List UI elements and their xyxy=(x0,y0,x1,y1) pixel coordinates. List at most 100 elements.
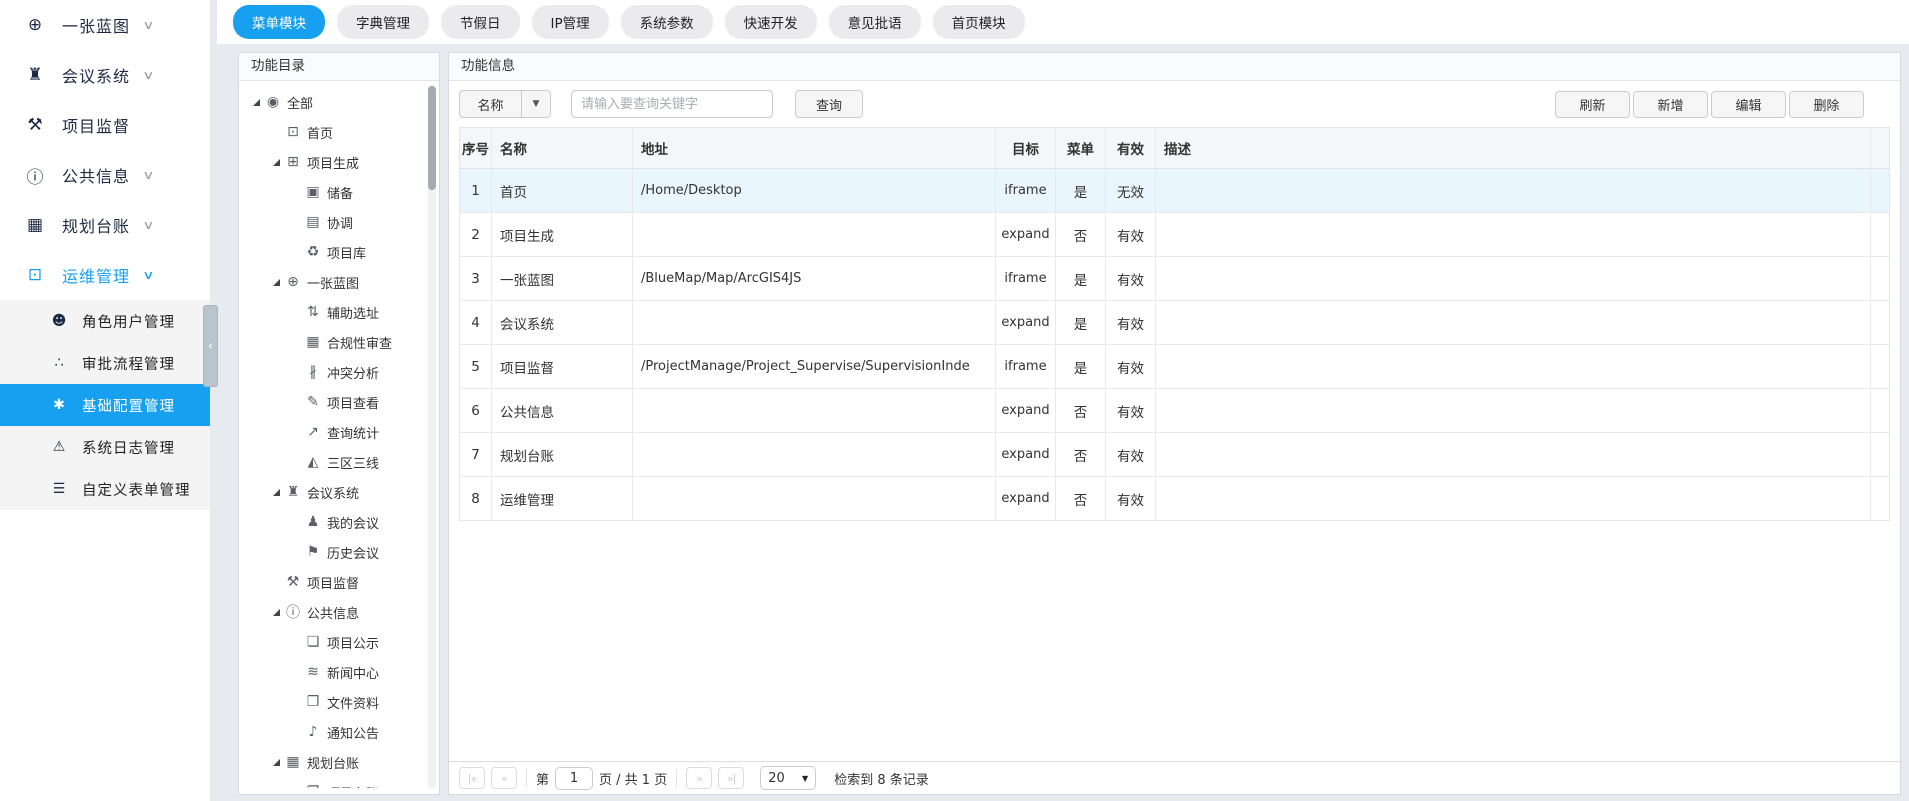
sidebar-item-2[interactable]: ♜会议系统∨ xyxy=(0,50,210,100)
search-input[interactable] xyxy=(571,90,773,118)
tree-node-label: 文件资料 xyxy=(327,693,379,712)
tab-4[interactable]: IP管理 xyxy=(532,5,609,39)
tree-node-6[interactable]: ♻项目库 xyxy=(239,237,439,267)
tree-node-24[interactable]: ❐项目台账 xyxy=(239,777,439,788)
tree-node-17[interactable]: ⚒项目监督 xyxy=(239,567,439,597)
tab-1[interactable]: 菜单模块 xyxy=(233,5,325,39)
circles-group-icon: ◉ xyxy=(264,94,282,110)
tab-7[interactable]: 意见批语 xyxy=(829,5,921,39)
search-field-button[interactable]: 名称 xyxy=(459,90,521,118)
tree-node-5[interactable]: ▤协调 xyxy=(239,207,439,237)
sidebar-item-3[interactable]: ⚒项目监督 xyxy=(0,100,210,150)
tree-node-2[interactable]: ⊡首页 xyxy=(239,117,439,147)
submenu-item-4[interactable]: ⚠系统日志管理 xyxy=(0,426,210,468)
line-chart-icon: ↗ xyxy=(304,424,322,440)
search-field-caret-icon[interactable]: ▼ xyxy=(521,90,551,118)
tree-expand-caret-icon[interactable] xyxy=(273,159,280,166)
tree-node-10[interactable]: ∦冲突分析 xyxy=(239,357,439,387)
content-area: 菜单模块字典管理节假日IP管理系统参数快速开发意见批语首页模块 功能目录 ◉全部… xyxy=(210,0,1909,801)
submenu-item-1[interactable]: ☻角色用户管理 xyxy=(0,300,210,342)
tree-node-4[interactable]: ▣储备 xyxy=(239,177,439,207)
delete-button[interactable]: 删除 xyxy=(1789,91,1864,118)
pager-divider xyxy=(676,769,677,787)
first-page-button[interactable]: |« xyxy=(459,767,485,789)
desktop-icon: ⊡ xyxy=(22,265,48,285)
sidebar-item-6[interactable]: ⊡运维管理∨ xyxy=(0,250,210,300)
tree-node-19[interactable]: ❏项目公示 xyxy=(239,627,439,657)
cell-no: 6 xyxy=(460,389,492,432)
cell-no: 8 xyxy=(460,477,492,520)
building-icon: ▦ xyxy=(22,215,48,235)
tab-8[interactable]: 首页模块 xyxy=(933,5,1025,39)
tree-node-7[interactable]: ⊕一张蓝图 xyxy=(239,267,439,297)
table-row-1[interactable]: 1首页/Home/Desktopiframe是无效 xyxy=(460,169,1889,213)
folder-icon: ❒ xyxy=(304,694,322,710)
tab-3[interactable]: 节假日 xyxy=(441,5,520,39)
submenu-item-label: 角色用户管理 xyxy=(82,311,175,332)
info-icon: ⓘ xyxy=(284,602,302,622)
building-icon: ▦ xyxy=(284,754,302,770)
cell-desc xyxy=(1156,389,1871,432)
sidebar-item-4[interactable]: ⓘ公共信息∨ xyxy=(0,150,210,200)
submenu-item-2[interactable]: ∴审批流程管理 xyxy=(0,342,210,384)
table-row-4[interactable]: 4会议系统expand是有效 xyxy=(460,301,1889,345)
refresh-button[interactable]: 刷新 xyxy=(1555,91,1630,118)
tree-node-22[interactable]: ♪通知公告 xyxy=(239,717,439,747)
column-header-valid: 有效 xyxy=(1106,128,1156,168)
tree-expand-caret-icon[interactable] xyxy=(273,489,280,496)
edit-button[interactable]: 编辑 xyxy=(1711,91,1786,118)
table-row-8[interactable]: 8运维管理expand否有效 xyxy=(460,477,1889,521)
submenu-item-5[interactable]: ☰自定义表单管理 xyxy=(0,468,210,510)
cell-target: expand xyxy=(996,213,1056,256)
cell-menu: 是 xyxy=(1056,345,1106,388)
tree-expand-caret-icon[interactable] xyxy=(273,609,280,616)
tree-node-1[interactable]: ◉全部 xyxy=(239,87,439,117)
tree-node-8[interactable]: ⇅辅助选址 xyxy=(239,297,439,327)
chevron-down-icon: ∨ xyxy=(142,68,154,82)
tree-node-11[interactable]: ✎项目查看 xyxy=(239,387,439,417)
tree-expand-caret-icon[interactable] xyxy=(253,99,260,106)
submenu-item-label: 基础配置管理 xyxy=(82,395,175,416)
cell-no: 5 xyxy=(460,345,492,388)
submenu-item-3[interactable]: ✱基础配置管理 xyxy=(0,384,210,426)
sidebar-item-5[interactable]: ▦规划台账∨ xyxy=(0,200,210,250)
tree-node-21[interactable]: ❒ 文件资料 xyxy=(239,687,439,717)
cell-no: 4 xyxy=(460,301,492,344)
tree-node-9[interactable]: ▦合规性审查 xyxy=(239,327,439,357)
row-scroll-spacer xyxy=(1871,345,1889,388)
table-row-6[interactable]: 6公共信息expand否有效 xyxy=(460,389,1889,433)
tree-expand-caret-icon[interactable] xyxy=(273,279,280,286)
tree-node-label: 通知公告 xyxy=(327,723,379,742)
table-row-5[interactable]: 5项目监督/ProjectManage/Project_Supervise/Su… xyxy=(460,345,1889,389)
page-size-select[interactable]: 20 ▼ xyxy=(760,766,816,790)
pagination-bar: |« « 第 页 / 共 1 页 » »| 20 ▼ 检索到 8 条记录 xyxy=(449,761,1900,794)
tree-node-label: 我的会议 xyxy=(327,513,379,532)
tree-node-15[interactable]: ♟我的会议 xyxy=(239,507,439,537)
sidebar-item-1[interactable]: ⊕一张蓝图∨ xyxy=(0,0,210,50)
tab-6[interactable]: 快速开发 xyxy=(725,5,817,39)
bookmark-icon: ⚑ xyxy=(304,544,322,560)
tab-2[interactable]: 字典管理 xyxy=(337,5,429,39)
tab-5[interactable]: 系统参数 xyxy=(621,5,713,39)
prev-page-button[interactable]: « xyxy=(491,767,517,789)
table-row-2[interactable]: 2项目生成expand否有效 xyxy=(460,213,1889,257)
tree-scrollbar-thumb[interactable] xyxy=(428,86,436,190)
tree-node-12[interactable]: ↗查询统计 xyxy=(239,417,439,447)
tree-node-20[interactable]: ≋新闻中心 xyxy=(239,657,439,687)
tree-node-16[interactable]: ⚑历史会议 xyxy=(239,537,439,567)
tree-node-23[interactable]: ▦规划台账 xyxy=(239,747,439,777)
last-page-button[interactable]: »| xyxy=(718,767,744,789)
tree-expand-caret-icon[interactable] xyxy=(273,759,280,766)
add-button[interactable]: 新增 xyxy=(1633,91,1708,118)
query-button[interactable]: 查询 xyxy=(795,90,863,118)
sidebar-collapse-handle[interactable]: ‹ xyxy=(203,305,218,387)
tree-node-3[interactable]: ⊞项目生成 xyxy=(239,147,439,177)
next-page-button[interactable]: » xyxy=(686,767,712,789)
chevron-down-icon: ∨ xyxy=(142,168,154,182)
tree-node-18[interactable]: ⓘ公共信息 xyxy=(239,597,439,627)
table-row-3[interactable]: 3一张蓝图/BlueMap/Map/ArcGIS4JSiframe是有效 xyxy=(460,257,1889,301)
tree-node-14[interactable]: ♜会议系统 xyxy=(239,477,439,507)
page-number-input[interactable] xyxy=(555,767,593,790)
table-row-7[interactable]: 7规划台账expand否有效 xyxy=(460,433,1889,477)
tree-node-13[interactable]: ◭三区三线 xyxy=(239,447,439,477)
